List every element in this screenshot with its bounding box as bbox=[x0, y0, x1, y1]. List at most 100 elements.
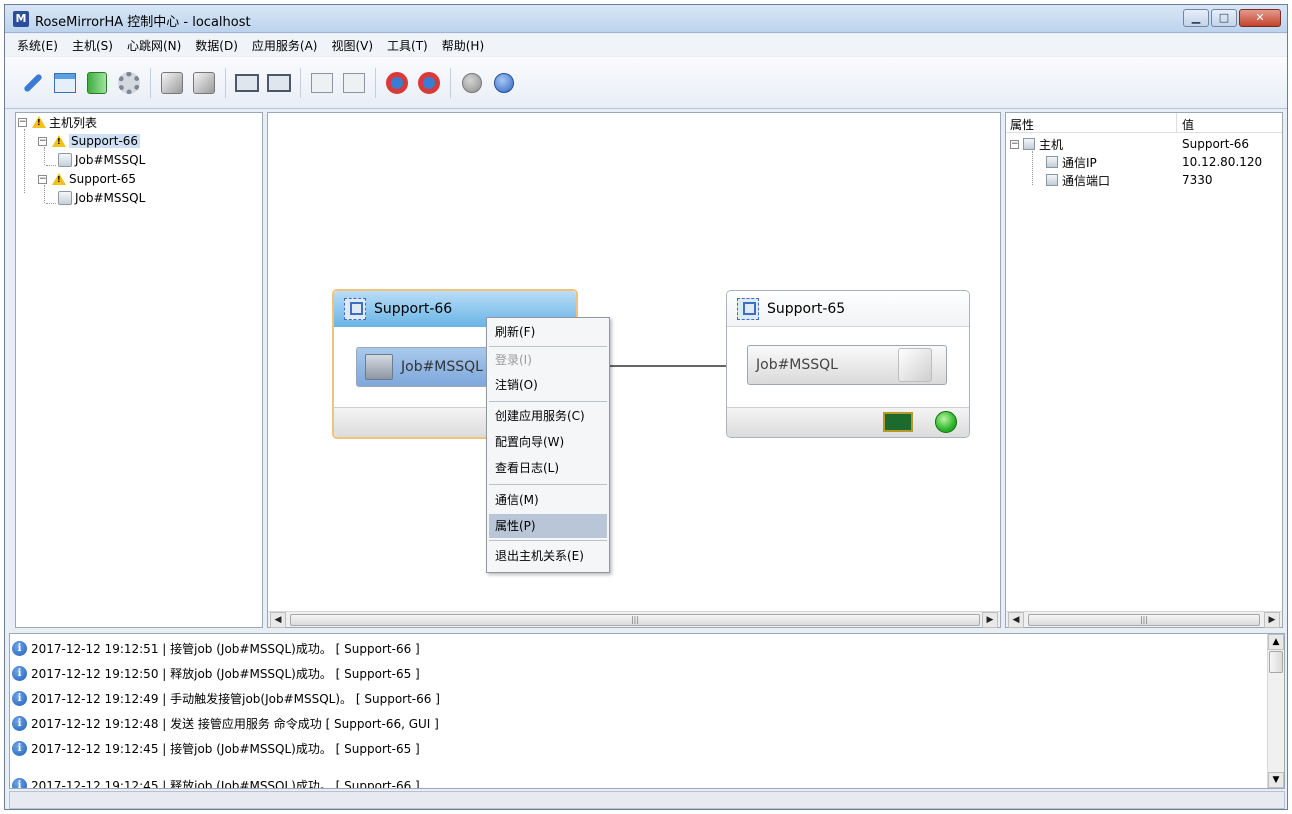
property-group-label: 主机 bbox=[1039, 137, 1064, 152]
arrow-circle-button[interactable] bbox=[458, 69, 486, 97]
log-entry-text: 2017-12-12 19:12:50 | 释放job (Job#MSSQL)成… bbox=[31, 666, 420, 681]
menu-create-app-service[interactable]: 创建应用服务(C) bbox=[489, 404, 607, 428]
menu-data[interactable]: 数据(D) bbox=[193, 37, 240, 54]
help-button[interactable] bbox=[490, 69, 518, 97]
menu-system[interactable]: 系统(E) bbox=[15, 37, 60, 54]
menu-separator bbox=[489, 540, 607, 541]
lifebuoy-button[interactable] bbox=[383, 69, 411, 97]
scroll-thumb[interactable]: ||| bbox=[1028, 614, 1260, 626]
lifebuoy-clock-button[interactable] bbox=[415, 69, 443, 97]
gears-button[interactable] bbox=[115, 69, 143, 97]
property-name: 通信IP bbox=[1062, 155, 1097, 170]
job-service-icon bbox=[365, 354, 393, 380]
tree-host-row[interactable]: − ! Support-65 bbox=[38, 170, 136, 188]
scroll-left-button[interactable]: ◀ bbox=[1008, 612, 1024, 628]
menu-help[interactable]: 帮助(H) bbox=[440, 37, 486, 54]
menu-view[interactable]: 视图(V) bbox=[329, 37, 375, 54]
key-icon bbox=[23, 72, 43, 93]
menu-separator bbox=[489, 401, 607, 402]
host-tree-panel[interactable]: − ! 主机列表 − ! Support-66 Job#MSSQL − ! Su… bbox=[15, 112, 263, 628]
key-button[interactable] bbox=[19, 69, 47, 97]
folder-export-icon bbox=[311, 72, 333, 93]
property-column-header[interactable]: 属性 bbox=[1010, 116, 1034, 133]
value-column-header[interactable]: 值 bbox=[1182, 116, 1194, 133]
property-value: 7330 bbox=[1182, 173, 1213, 187]
menu-host[interactable]: 主机(S) bbox=[70, 37, 115, 54]
warning-host-icon: ! bbox=[50, 134, 66, 148]
collapse-toggle[interactable]: − bbox=[38, 136, 47, 146]
menu-heartbeat[interactable]: 心跳网(N) bbox=[125, 37, 183, 54]
tree-connector bbox=[24, 129, 25, 193]
maximize-button[interactable]: □ bbox=[1211, 9, 1237, 27]
properties-hscrollbar[interactable]: ◀ ||| ▶ bbox=[1006, 611, 1282, 628]
close-button[interactable]: ✕ bbox=[1239, 9, 1281, 27]
scroll-down-button[interactable]: ▼ bbox=[1268, 772, 1284, 788]
menu-view-log[interactable]: 查看日志(L) bbox=[489, 456, 607, 480]
cube-up-button[interactable] bbox=[190, 69, 218, 97]
tree-job-row[interactable]: Job#MSSQL bbox=[58, 189, 145, 207]
arrow-circle-icon bbox=[462, 72, 482, 93]
collapse-toggle[interactable]: − bbox=[38, 174, 47, 184]
tree-root-label: 主机列表 bbox=[49, 115, 98, 130]
scroll-up-button[interactable]: ▲ bbox=[1268, 634, 1284, 650]
menu-exit-host-relation[interactable]: 退出主机关系(E) bbox=[489, 544, 607, 568]
window-controls: ▁ □ ✕ bbox=[1183, 9, 1281, 27]
properties-header: 属性 值 bbox=[1006, 113, 1282, 133]
column-divider[interactable] bbox=[1176, 113, 1177, 133]
main-window: M RoseMirrorHA 控制中心 - localhost ▁ □ ✕ 系统… bbox=[4, 4, 1288, 810]
job-box-label: Job#MSSQL bbox=[401, 359, 483, 375]
property-row[interactable]: 通信端口 bbox=[1046, 171, 1110, 189]
menu-tools[interactable]: 工具(T) bbox=[385, 37, 430, 54]
property-name: 通信端口 bbox=[1062, 173, 1111, 188]
monitor-down-button[interactable] bbox=[233, 69, 261, 97]
log-vscrollbar[interactable]: ▲ ▼ bbox=[1267, 634, 1284, 788]
settings-window-button[interactable] bbox=[51, 69, 79, 97]
minimize-button[interactable]: ▁ bbox=[1183, 9, 1209, 27]
host-card-title: Support-65 bbox=[767, 300, 846, 317]
tree-root-row[interactable]: − ! 主机列表 bbox=[18, 113, 97, 131]
tree-host-label: Support-66 bbox=[69, 134, 141, 148]
log-entry: i 2017-12-12 19:12:49 | 手动触发接管job(Job#MS… bbox=[12, 688, 440, 708]
canvas-hscrollbar[interactable]: ◀ ||| ▶ bbox=[268, 611, 1000, 628]
menu-login[interactable]: 登录(I) bbox=[489, 348, 607, 372]
event-log-panel[interactable]: i 2017-12-12 19:12:51 | 接管job (Job#MSSQL… bbox=[9, 633, 1285, 789]
cube-up-icon bbox=[193, 71, 215, 94]
server-icon bbox=[344, 298, 366, 320]
menu-separator bbox=[489, 484, 607, 485]
collapse-toggle[interactable]: − bbox=[18, 117, 27, 127]
tree-host-row[interactable]: − ! Support-66 bbox=[38, 132, 141, 150]
tree-job-label: Job#MSSQL bbox=[75, 153, 146, 167]
job-icon bbox=[58, 191, 72, 205]
job-box-standby[interactable]: Job#MSSQL bbox=[747, 345, 947, 385]
topology-canvas[interactable]: Support-66 Job#MSSQL Support-65 Job#MSSQ… bbox=[267, 112, 1001, 628]
tree-connector bbox=[46, 203, 56, 204]
host-card-standby[interactable]: Support-65 Job#MSSQL bbox=[726, 290, 970, 438]
title-bar[interactable]: M RoseMirrorHA 控制中心 - localhost ▁ □ ✕ bbox=[5, 5, 1287, 33]
properties-panel[interactable]: 属性 值 − 主机 Support-66 通信IP 10.12.80.120 通… bbox=[1005, 112, 1283, 628]
cube-down-button[interactable] bbox=[158, 69, 186, 97]
replication-arrow bbox=[610, 365, 730, 367]
scroll-left-button[interactable]: ◀ bbox=[270, 612, 286, 628]
folder-export-button[interactable] bbox=[308, 69, 336, 97]
property-group-row[interactable]: − 主机 bbox=[1010, 135, 1063, 153]
tree-job-row[interactable]: Job#MSSQL bbox=[58, 151, 145, 169]
scroll-thumb[interactable] bbox=[1269, 651, 1283, 673]
scroll-right-button[interactable]: ▶ bbox=[1264, 612, 1280, 628]
monitor-up-button[interactable] bbox=[265, 69, 293, 97]
log-entry: i 2017-12-12 19:12:48 | 发送 接管应用服务 命令成功 [… bbox=[12, 713, 439, 733]
menu-config-wizard[interactable]: 配置向导(W) bbox=[489, 430, 607, 454]
folder-import-button[interactable] bbox=[340, 69, 368, 97]
scroll-thumb[interactable]: ||| bbox=[290, 614, 980, 626]
menu-refresh[interactable]: 刷新(F) bbox=[489, 320, 607, 344]
menu-logout[interactable]: 注销(O) bbox=[489, 373, 607, 397]
collapse-toggle[interactable]: − bbox=[1010, 139, 1019, 149]
menu-app-service[interactable]: 应用服务(A) bbox=[250, 37, 320, 54]
menu-communication[interactable]: 通信(M) bbox=[489, 488, 607, 512]
menu-properties[interactable]: 属性(P) bbox=[489, 514, 607, 538]
property-row[interactable]: 通信IP bbox=[1046, 153, 1097, 171]
cube-down-icon bbox=[161, 71, 183, 94]
green-box-button[interactable] bbox=[83, 69, 111, 97]
menu-bar: 系统(E) 主机(S) 心跳网(N) 数据(D) 应用服务(A) 视图(V) 工… bbox=[5, 34, 1287, 56]
property-group-value: Support-66 bbox=[1182, 137, 1250, 151]
scroll-right-button[interactable]: ▶ bbox=[982, 612, 998, 628]
